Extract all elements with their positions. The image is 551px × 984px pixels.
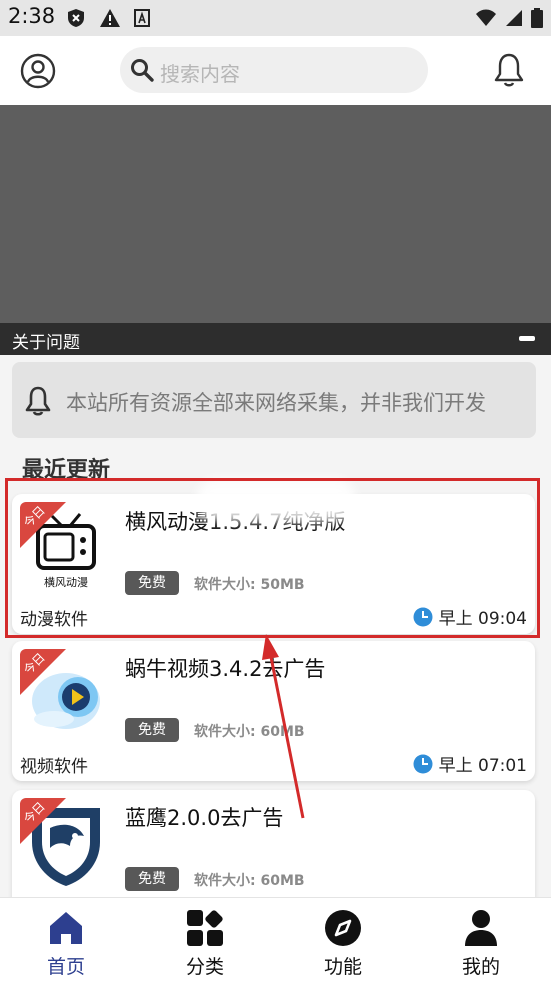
bell-icon[interactable] — [493, 52, 525, 88]
nav-label: 我的 — [461, 956, 500, 978]
notice-box: 本站所有资源全部来网络采集，并非我们开发 — [12, 362, 536, 438]
home-icon — [50, 912, 82, 944]
nav-item-profile[interactable]: 我的 — [436, 908, 526, 979]
clock-icon — [413, 754, 433, 773]
warning-icon — [100, 9, 120, 27]
battery-icon — [531, 8, 543, 28]
nav-item-category[interactable]: 分类 — [160, 908, 250, 979]
status-bar: 2:38 — [0, 0, 551, 36]
text-a-icon — [134, 9, 150, 27]
free-badge: 免费 — [125, 718, 179, 742]
minimize-button[interactable] — [519, 336, 535, 341]
notice-title-bar: 关于问题 — [0, 323, 551, 355]
size-label: 软件大小: 60MB — [194, 873, 305, 889]
bell-icon — [25, 386, 51, 416]
nav-label: 功能 — [323, 956, 362, 978]
category-grid-icon — [187, 910, 223, 946]
category-label: 视频软件 — [20, 757, 88, 777]
wifi-icon — [476, 9, 496, 26]
search-icon — [131, 59, 154, 82]
banner-area[interactable] — [0, 105, 551, 323]
app-card[interactable]: 今日 蜗牛视频3.4.2去广告 免费 软件大小: 60MB 视频软件 早上 07… — [12, 641, 535, 781]
size-label: 软件大小: 60MB — [194, 724, 305, 740]
highlight-box — [5, 478, 540, 638]
bottom-nav: 首页 分类 功能 我的 — [0, 897, 551, 984]
app-header: 搜索内容 — [0, 36, 551, 105]
app-name[interactable]: 蜗牛视频3.4.2去广告 — [125, 653, 325, 683]
search-placeholder[interactable]: 搜索内容 — [160, 58, 240, 87]
signal-icon — [506, 10, 522, 26]
free-badge: 免费 — [125, 867, 179, 891]
nav-label: 首页 — [46, 956, 85, 978]
user-icon — [465, 910, 497, 946]
nav-item-home[interactable]: 首页 — [21, 908, 111, 979]
nav-item-features[interactable]: 功能 — [298, 908, 388, 979]
nav-label: 分类 — [185, 956, 224, 978]
app-thumbnail: 今日 — [20, 649, 112, 741]
search-bar[interactable]: 搜索内容 — [120, 47, 428, 93]
time-label: 早上 07:01 — [438, 756, 527, 776]
compass-icon — [325, 910, 361, 946]
user-circle-icon[interactable] — [20, 53, 56, 89]
notice-text: 本站所有资源全部来网络采集，并非我们开发 — [66, 391, 486, 415]
status-time: 2:38 — [8, 4, 56, 28]
app-name[interactable]: 蓝鹰2.0.0去广告 — [125, 802, 283, 832]
app-thumbnail: 今日 — [20, 798, 112, 890]
notice-title: 关于问题 — [12, 333, 80, 353]
shield-x-icon — [68, 9, 84, 27]
